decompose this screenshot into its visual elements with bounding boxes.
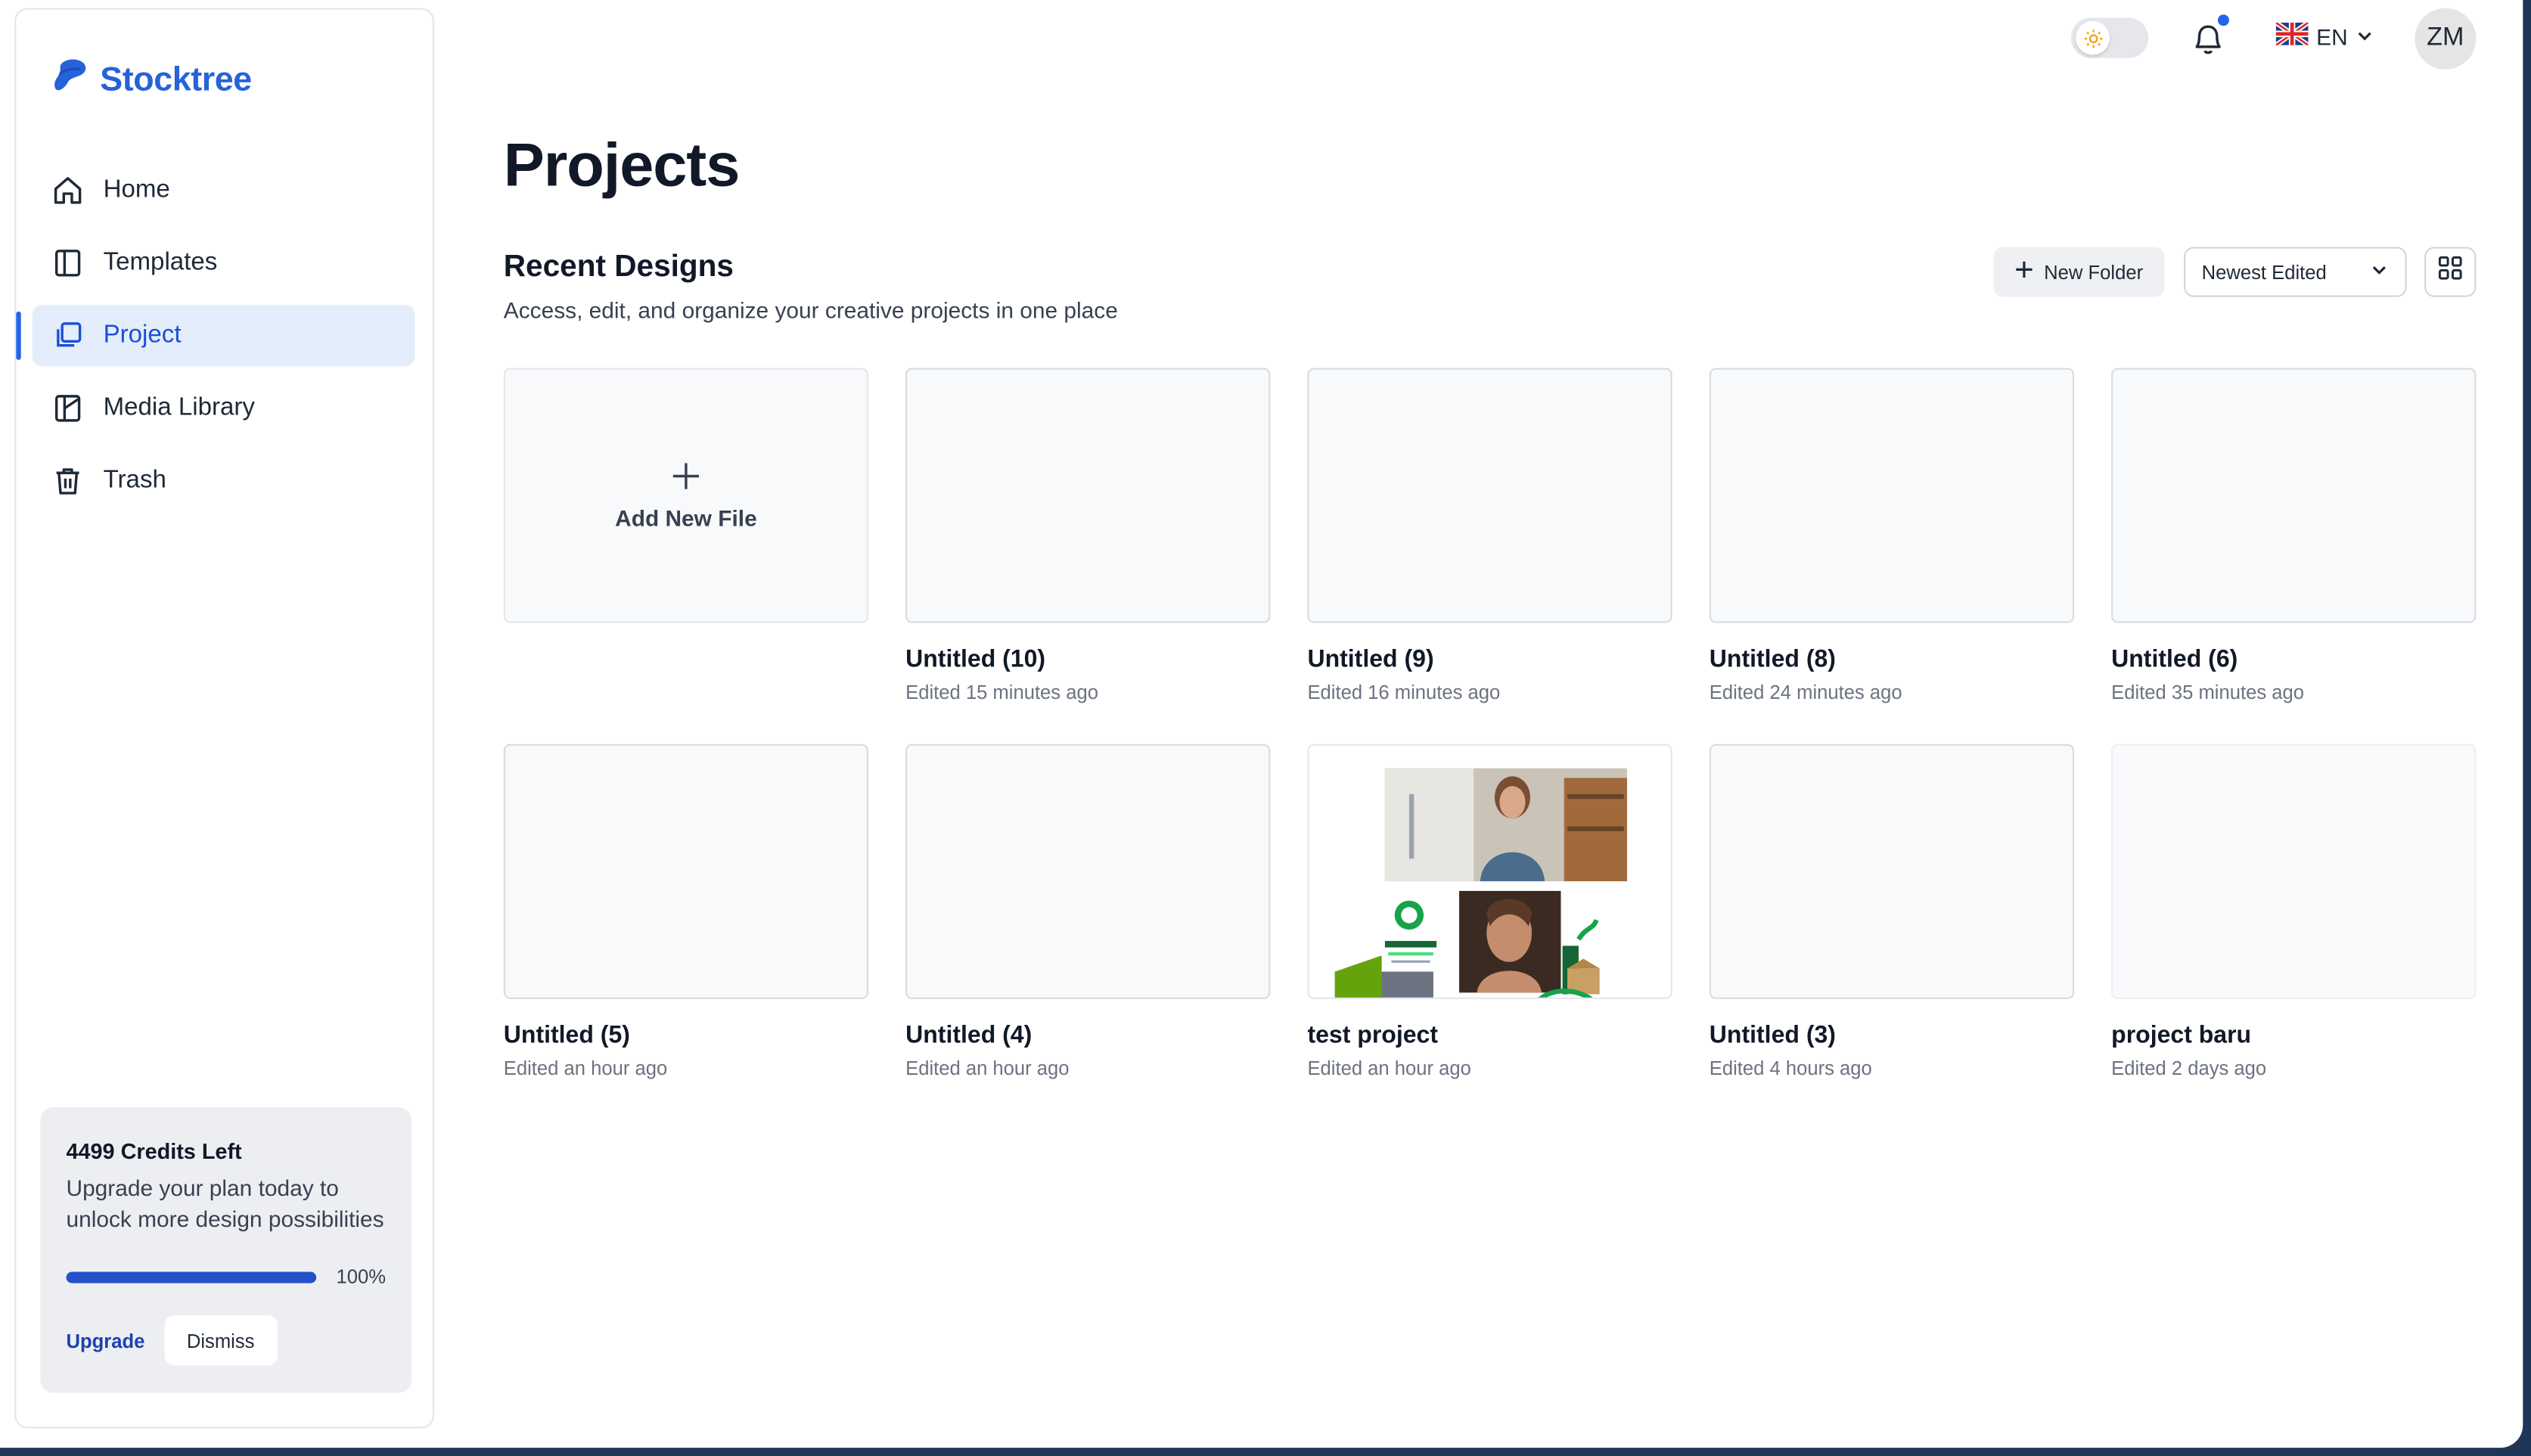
project-edited: Edited an hour ago (503, 1057, 668, 1080)
sidebar: Stocktree Home Templates Project Media L… (14, 8, 435, 1429)
sidebar-item-trash[interactable]: Trash (33, 450, 415, 511)
avatar[interactable]: ZM (2415, 8, 2477, 70)
uk-flag-icon (2274, 20, 2310, 50)
app-window: Stocktree Home Templates Project Media L… (0, 0, 2523, 1448)
notifications-button[interactable] (2191, 14, 2229, 58)
brand-logo[interactable]: Stocktree (51, 58, 252, 102)
plus-icon (2015, 260, 2035, 284)
chevron-down-icon (2356, 23, 2375, 49)
project-edited: Edited an hour ago (1307, 1057, 1471, 1080)
project-edited: Edited an hour ago (905, 1057, 1070, 1080)
project-name: test project (1307, 1021, 1439, 1050)
sidebar-item-label: Templates (103, 248, 218, 276)
project-name: Untitled (9) (1307, 645, 1434, 673)
chevron-down-icon (2370, 260, 2390, 284)
project-name: Untitled (5) (503, 1021, 630, 1050)
project-thumbnail[interactable] (905, 368, 1271, 623)
project-thumbnail[interactable] (2111, 368, 2477, 623)
project-name: Untitled (8) (1709, 645, 1836, 673)
sidebar-item-label: Home (103, 175, 170, 203)
progress-label: 100% (336, 1265, 387, 1288)
language-label: EN (2316, 23, 2348, 50)
language-selector[interactable]: EN (2274, 20, 2375, 50)
project-card[interactable]: Untitled (3) Edited 4 hours ago (1709, 744, 2075, 1080)
progress-fill (66, 1271, 317, 1283)
credits-panel: 4499 Credits Left Upgrade your plan toda… (40, 1107, 412, 1393)
trash-icon (51, 465, 84, 498)
home-icon (51, 174, 84, 206)
project-thumbnail[interactable] (503, 744, 869, 999)
sidebar-nav: Home Templates Project Media Library Tra… (16, 160, 433, 523)
top-bar: EN ZM (2006, 8, 2523, 70)
grid-icon (2437, 255, 2463, 289)
grid-view-button[interactable] (2424, 247, 2477, 297)
section-subtitle: Access, edit, and organize your creative… (503, 296, 1118, 323)
upgrade-link[interactable]: Upgrade (66, 1329, 144, 1352)
project-edited: Edited 2 days ago (2111, 1057, 2267, 1080)
project-edited: Edited 24 minutes ago (1709, 681, 1902, 704)
sun-icon (2076, 20, 2110, 55)
media-library-icon (51, 393, 84, 425)
project-card[interactable]: test project Edited an hour ago (1307, 744, 1672, 1080)
project-name: project baru (2111, 1021, 2252, 1050)
project-card[interactable]: Untitled (9) Edited 16 minutes ago (1307, 368, 1672, 704)
progress-track (66, 1271, 317, 1283)
new-folder-button[interactable]: New Folder (1993, 247, 2165, 297)
stocktree-logo-icon (51, 58, 90, 102)
project-edited: Edited 4 hours ago (1709, 1057, 1872, 1080)
sidebar-item-project[interactable]: Project (16, 305, 415, 367)
notification-dot (2217, 14, 2229, 26)
sidebar-item-label: Trash (103, 466, 166, 494)
credits-actions: Upgrade Dismiss (66, 1315, 386, 1366)
project-thumbnail[interactable] (2111, 744, 2477, 999)
project-name: Untitled (3) (1709, 1021, 1836, 1050)
credits-title: 4499 Credits Left (66, 1139, 242, 1164)
project-thumbnail[interactable] (1307, 368, 1672, 623)
project-card[interactable]: project baru Edited 2 days ago (2111, 744, 2477, 1080)
project-thumbnail[interactable] (1709, 744, 2075, 999)
section-title: Recent Designs (503, 250, 734, 284)
project-card[interactable]: Untitled (4) Edited an hour ago (905, 744, 1271, 1080)
project-edited: Edited 35 minutes ago (2111, 681, 2304, 704)
add-new-file-label: Add New File (615, 504, 757, 530)
project-edited: Edited 16 minutes ago (1307, 681, 1501, 704)
sort-select[interactable]: Newest Edited (2184, 247, 2407, 297)
project-edited: Edited 15 minutes ago (905, 681, 1098, 704)
project-card[interactable]: Untitled (5) Edited an hour ago (503, 744, 869, 1080)
project-card[interactable]: Untitled (8) Edited 24 minutes ago (1709, 368, 2075, 704)
project-name: Untitled (4) (905, 1021, 1033, 1050)
sort-value: Newest Edited (2201, 260, 2327, 284)
project-name: Untitled (10) (905, 645, 1046, 673)
sidebar-item-home[interactable]: Home (33, 160, 415, 221)
credits-description: Upgrade your plan today to unlock more d… (66, 1175, 384, 1232)
dismiss-button[interactable]: Dismiss (163, 1315, 278, 1366)
sidebar-item-label: Media Library (103, 393, 255, 421)
credits-progress: 100% (66, 1265, 386, 1288)
project-thumbnail[interactable] (1709, 368, 2075, 623)
add-new-file-card[interactable]: Add New File (503, 368, 869, 623)
project-thumbnail[interactable] (1307, 744, 1672, 999)
sidebar-item-templates[interactable]: Templates (33, 232, 415, 293)
page-title: Projects (503, 132, 741, 200)
theme-toggle[interactable] (2070, 17, 2149, 58)
plus-icon (672, 461, 700, 498)
project-card[interactable]: Untitled (6) Edited 35 minutes ago (2111, 368, 2477, 704)
new-folder-label: New Folder (2044, 260, 2144, 284)
sidebar-item-label: Project (103, 321, 182, 349)
design-preview-image (1334, 768, 1627, 998)
brand-name: Stocktree (100, 61, 252, 98)
project-name: Untitled (6) (2111, 645, 2238, 673)
project-thumbnail[interactable] (905, 744, 1271, 999)
templates-icon (51, 247, 84, 279)
project-card[interactable]: Untitled (10) Edited 15 minutes ago (905, 368, 1271, 704)
bell-icon (2191, 25, 2226, 64)
sidebar-item-media-library[interactable]: Media Library (33, 377, 415, 439)
project-icon (51, 320, 84, 352)
